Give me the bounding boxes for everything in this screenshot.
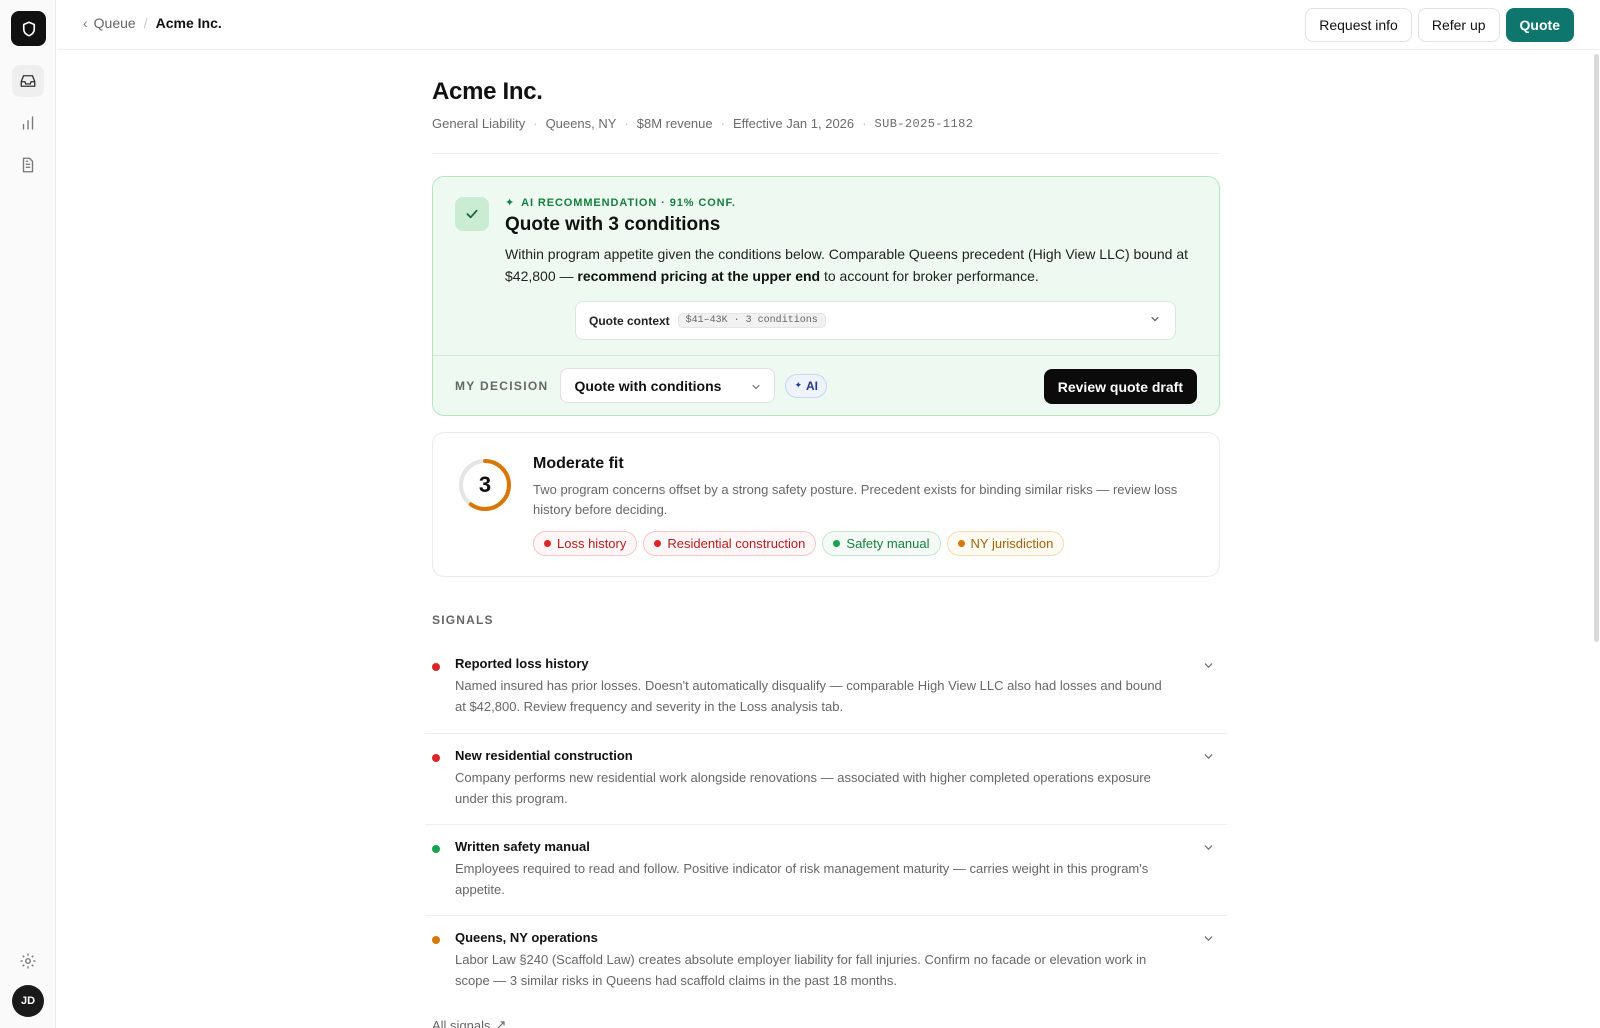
signal-title: Queens, NY operations [455,930,598,945]
top-bar: ‹ Queue / Acme Inc. Request info Refer u… [57,0,1600,50]
arrow-up-right-icon: ↗ [495,1017,507,1028]
chevron-down-icon [1149,313,1161,328]
header-actions: Request info Refer up Quote [1305,8,1574,42]
decision-bar: MY DECISION Quote with conditions ✦ AI R… [433,355,1219,415]
recommendation-text-emphasis: recommend pricing at the upper end [577,268,821,284]
status-dot [544,540,551,547]
decision-select[interactable]: Quote with conditions [560,368,776,403]
signal-text: Employees required to read and follow. P… [455,861,1149,897]
nav-rail: JD [0,0,56,1028]
fit-tags: Loss history Residential construction Sa… [533,531,1197,556]
signal-loss-history[interactable]: Reported loss history Named insured has … [425,643,1227,734]
signal-queens-operations[interactable]: Queens, NY operations Labor Law §240 (Sc… [425,916,1227,1007]
scrollbar-thumb[interactable] [1594,54,1599,642]
chevron-down-icon[interactable] [1202,750,1215,768]
refer-up-button[interactable]: Refer up [1417,8,1500,42]
signal-title: New residential construction [455,748,633,763]
all-signals-link[interactable]: All signals ↗ [432,1017,1220,1028]
ai-recommendation-card: ✦ AI RECOMMENDATION · 91% CONF. Quote wi… [432,176,1220,416]
tag-safety-manual[interactable]: Safety manual [822,531,941,556]
signal-text: Company performs new residential work al… [455,770,1151,806]
meta-separator: · [862,116,867,131]
chevron-down-icon[interactable] [1202,841,1215,859]
signals-list: Reported loss history Named insured has … [425,643,1227,1007]
meta-separator: · [720,116,725,131]
quote-context-label: Quote context [589,313,670,328]
ai-chip[interactable]: ✦ AI [785,373,827,398]
tag-ny-jurisdiction[interactable]: NY jurisdiction [946,531,1065,556]
breadcrumb-current: Acme Inc. [155,15,222,31]
meta-effective-date: Effective Jan 1, 2026 [732,116,855,131]
signal-residential-construction[interactable]: New residential construction Company per… [425,734,1227,825]
recommendation-text-tail: to account for broker performance. [820,268,1039,284]
quote-context-badge: $41–43K · 3 conditions [677,313,826,328]
meta-location: Queens, NY [545,116,617,131]
quote-button[interactable]: Quote [1505,8,1574,42]
gear-icon[interactable] [12,945,44,977]
shield-logo-icon[interactable] [11,11,46,46]
meta-separator: · [533,116,538,131]
sparkle-icon: ✦ [505,197,516,209]
decision-label: MY DECISION [455,378,549,393]
chart-icon[interactable] [12,107,44,139]
document-icon[interactable] [12,149,44,181]
fit-description: Two program concerns offset by a strong … [533,482,1178,517]
fit-title: Moderate fit [533,455,624,472]
all-signals-label: All signals [432,1017,491,1028]
signal-title: Written safety manual [455,839,590,854]
tag-label: NY jurisdiction [970,536,1054,551]
signals-heading: SIGNALS [432,613,494,627]
status-dot [654,540,662,547]
recommendation-label-text: AI RECOMMENDATION · 91% CONF. [521,196,736,209]
inbox-icon[interactable] [12,65,44,97]
breadcrumb-separator: / [143,15,148,31]
signal-text: Named insured has prior losses. Doesn't … [455,678,1162,714]
meta-line-of-business: General Liability [432,116,526,131]
status-dot [432,936,440,944]
meta-revenue: $8M revenue [636,116,713,131]
status-dot [432,663,440,671]
signal-title: Reported loss history [455,656,589,671]
chevron-down-icon [750,380,762,396]
tag-label: Residential construction [667,536,806,551]
breadcrumb-queue-link[interactable]: Queue [94,15,136,31]
sparkle-icon: ✦ [794,380,802,390]
status-dot [432,754,440,762]
request-info-button[interactable]: Request info [1305,8,1412,42]
chevron-down-icon[interactable] [1202,659,1215,677]
avatar[interactable]: JD [12,985,44,1017]
meta-submission-id: SUB-2025-1182 [874,116,974,131]
ai-chip-label: AI [805,378,818,393]
chevron-left-icon[interactable]: ‹ [83,15,88,31]
fit-score-card: 3 Moderate fit Two program concerns offs… [432,432,1220,577]
status-dot [833,540,841,547]
meta-separator: · [624,116,629,131]
signal-safety-manual[interactable]: Written safety manual Employees required… [425,825,1227,916]
recommendation-title: Quote with 3 conditions [505,214,721,235]
submission-meta: General Liability · Queens, NY · $8M rev… [432,116,1220,154]
signal-text: Labor Law §240 (Scaffold Law) creates ab… [455,952,1147,988]
recommendation-text: Within program appetite given the condit… [505,243,1197,287]
chevron-down-icon[interactable] [1202,932,1215,950]
tag-residential-construction[interactable]: Residential construction [643,531,817,556]
decision-select-value: Quote with conditions [574,377,722,394]
check-icon [455,197,489,231]
fit-score-value: 3 [478,472,492,497]
tag-loss-history[interactable]: Loss history [533,531,638,556]
breadcrumb: ‹ Queue / Acme Inc. [83,15,222,31]
tag-label: Safety manual [846,536,930,551]
page-title: Acme Inc. [432,78,543,105]
quote-context-toggle[interactable]: Quote context $41–43K · 3 conditions [575,301,1176,340]
tag-label: Loss history [557,536,627,551]
review-quote-draft-button[interactable]: Review quote draft [1043,369,1197,404]
status-dot [432,845,440,853]
submission-detail: Acme Inc. General Liability · Queens, NY… [425,78,1227,1028]
status-dot [957,540,965,547]
recommendation-label: ✦ AI RECOMMENDATION · 91% CONF. [505,196,1197,210]
